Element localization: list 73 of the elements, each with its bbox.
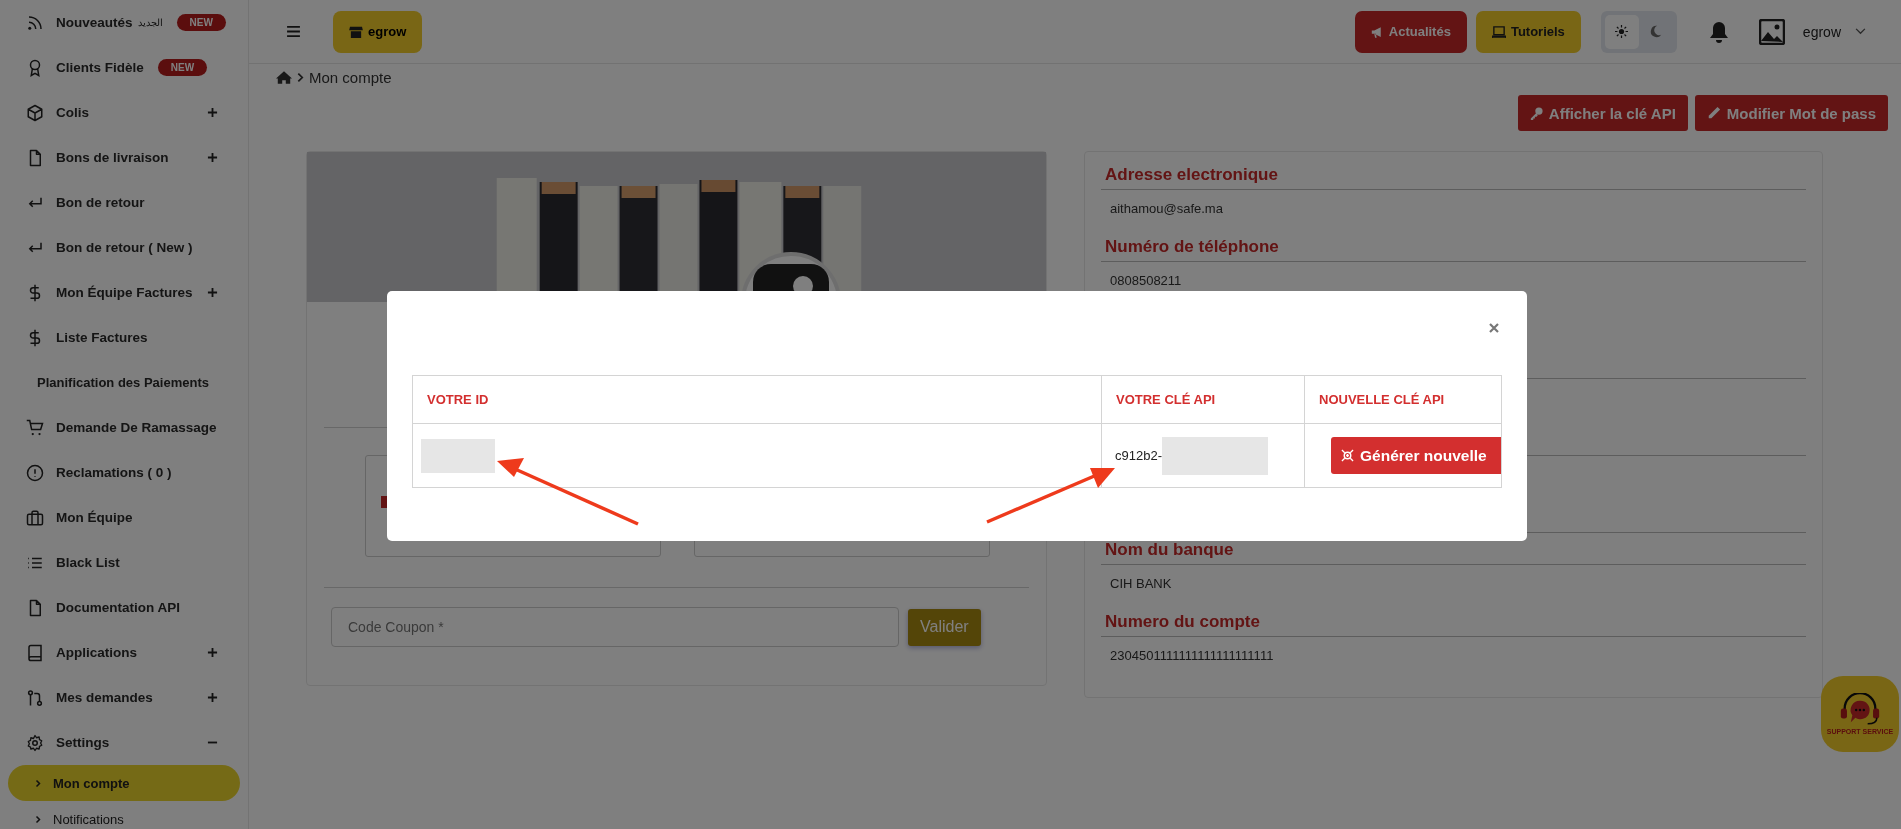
sidebar-item[interactable]: Bon de retour xyxy=(0,180,248,225)
image-icon[interactable] xyxy=(1758,18,1785,45)
sidebar-item[interactable]: Black List xyxy=(0,540,248,585)
column-header: VOTRE ID xyxy=(427,392,489,407)
plus-icon[interactable] xyxy=(207,692,218,703)
chevron-icon xyxy=(35,814,41,824)
cart-icon xyxy=(26,418,44,437)
validate-button[interactable]: Valider xyxy=(908,608,981,646)
sidebar-item[interactable]: Mon Équipe Factures xyxy=(0,270,248,315)
virus-icon xyxy=(1341,449,1354,462)
theme-option[interactable] xyxy=(1604,14,1639,49)
close-icon[interactable] xyxy=(1488,322,1500,334)
arabic-tag: الجديد xyxy=(137,17,163,28)
field-label: Numéro de téléphone xyxy=(1101,230,1806,262)
sidebar-item[interactable]: Clients Fidèle NEW xyxy=(0,45,248,90)
column-header: VOTRE CLÉ API xyxy=(1116,392,1216,407)
sidebar-item[interactable]: Settings xyxy=(0,720,248,765)
branch-icon xyxy=(26,688,44,707)
pencil-icon xyxy=(1706,106,1721,120)
field-value: 2304501111111111111111111 xyxy=(1109,647,1275,665)
sidebar-item[interactable]: Bon de retour ( New ) xyxy=(0,225,248,270)
chevron-icon xyxy=(297,71,304,83)
sidebar-item[interactable]: Mon Équipe xyxy=(0,495,248,540)
chevron-icon xyxy=(35,778,41,788)
header-button[interactable]: Actualités xyxy=(1354,10,1467,53)
home-icon[interactable] xyxy=(276,70,292,84)
plus-icon[interactable] xyxy=(207,107,218,118)
user-name[interactable]: egrow xyxy=(1802,23,1841,40)
field-value: CIH BANK xyxy=(1109,575,1173,593)
header-button[interactable]: Tutoriels xyxy=(1475,10,1581,53)
key-icon xyxy=(1529,106,1543,120)
plus-icon[interactable] xyxy=(207,152,218,163)
action-button[interactable]: Afficher la clé API xyxy=(1517,95,1688,131)
field-label: Adresse electronique xyxy=(1101,158,1806,190)
sidebar-item[interactable]: Applications xyxy=(0,630,248,675)
rss-icon xyxy=(26,13,44,32)
sidebar-item[interactable]: Mes demandes xyxy=(0,675,248,720)
brand-button[interactable]: egrow xyxy=(333,10,423,53)
breadcrumb-current: Mon compte xyxy=(309,68,392,86)
coupon-field[interactable]: Code Coupon * xyxy=(331,607,899,647)
sidebar-item[interactable]: Reclamations ( 0 ) xyxy=(0,450,248,495)
plus-icon[interactable] xyxy=(207,647,218,658)
menu-icon[interactable] xyxy=(287,26,300,37)
api-key-text: c912b2- xyxy=(1115,448,1162,463)
book-icon xyxy=(26,643,44,662)
sidebar-item[interactable]: Documentation API xyxy=(0,585,248,630)
settings-icon xyxy=(26,733,44,752)
store-icon xyxy=(349,25,363,38)
chevron-down-icon[interactable] xyxy=(1855,28,1866,35)
generate-button[interactable]: Générer nouvelle xyxy=(1331,437,1501,474)
sidebar-item[interactable]: Demande De Ramassage xyxy=(0,405,248,450)
sun-icon xyxy=(1615,25,1629,38)
bell-icon[interactable] xyxy=(1708,20,1729,43)
megaphone-icon xyxy=(1370,25,1384,38)
briefcase-icon xyxy=(26,508,44,527)
sidebar-subitem[interactable]: Mon compte xyxy=(8,765,240,801)
field-label: Numero du compte xyxy=(1101,605,1806,637)
field-value: 0808508211 xyxy=(1109,272,1183,290)
new-badge: NEW xyxy=(176,14,226,31)
field-value: aithamou@safe.ma xyxy=(1109,200,1224,218)
moon-icon xyxy=(1649,25,1663,38)
new-badge: NEW xyxy=(157,59,208,76)
cube-icon xyxy=(26,103,44,122)
sidebar-item[interactable]: Liste Factures xyxy=(0,315,248,360)
column-header: NOUVELLE CLÉ API xyxy=(1319,392,1445,407)
sidebar-item[interactable]: Planification des Paiements xyxy=(0,360,248,405)
action-button[interactable]: Modifier Mot de pass xyxy=(1694,95,1888,131)
plus-icon[interactable] xyxy=(207,287,218,298)
laptop-icon xyxy=(1491,25,1506,38)
sidebar-subitem[interactable]: Notifications xyxy=(8,801,240,829)
sidebar-item[interactable]: Bons de livraison xyxy=(0,135,248,180)
exclamation-icon xyxy=(26,463,44,482)
sidebar-item[interactable]: Colis xyxy=(0,90,248,135)
